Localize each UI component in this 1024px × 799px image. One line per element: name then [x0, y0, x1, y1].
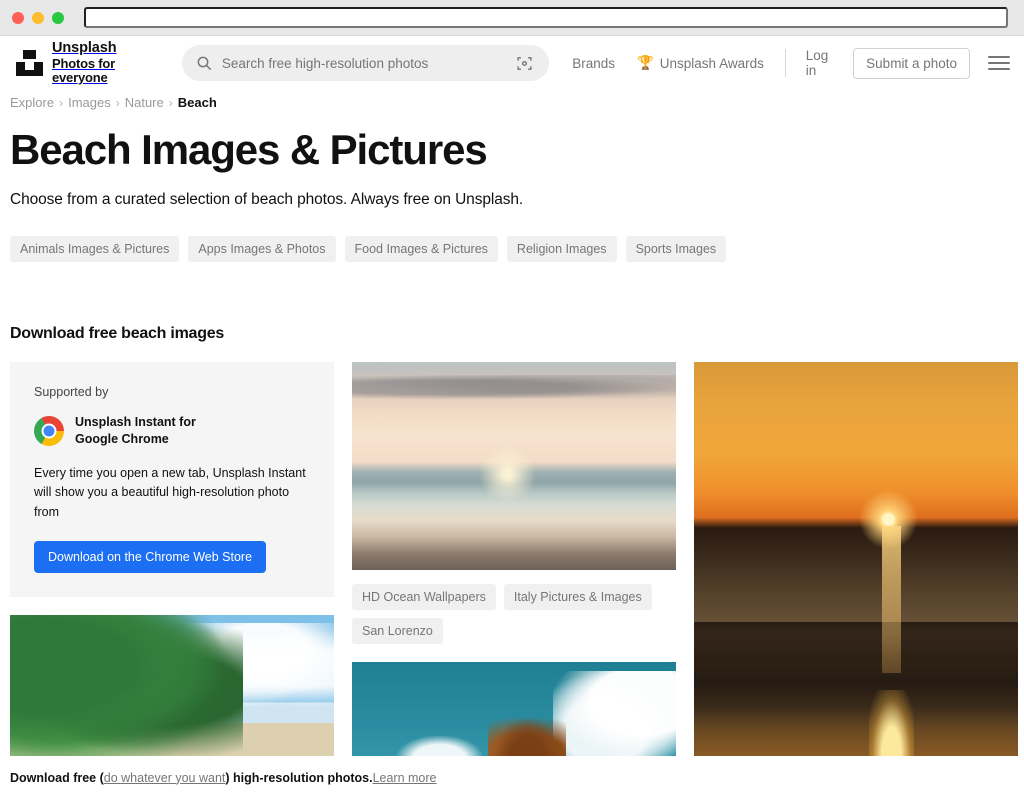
page-title: Beach Images & Pictures [10, 126, 488, 173]
promo-extension-name-line1: Unsplash Instant for [75, 415, 196, 430]
promo-extension-row: Unsplash Instant for Google Chrome [34, 414, 310, 448]
breadcrumb-item-beach: Beach [177, 95, 217, 110]
nav-item-brands-label: Brands [572, 55, 615, 71]
unsplash-logo-icon [16, 49, 43, 76]
page-content: Explore › Images › Nature › Beach Beach … [0, 90, 1024, 799]
primary-nav: Brands 🏆 Unsplash Awards [572, 55, 764, 71]
breadcrumb: Explore › Images › Nature › Beach [10, 90, 1014, 110]
photo-column-2: HD Ocean Wallpapers Italy Pictures & Ima… [352, 362, 676, 799]
photo-ocean-sunset[interactable] [352, 362, 676, 571]
photo-column-3 [694, 362, 1018, 799]
nav-item-brands[interactable]: Brands [572, 56, 615, 71]
photo-grid: Supported by Unsplash Instant for Google… [10, 362, 1018, 799]
site-header: Unsplash Photos for everyone Brands 🏆 [0, 36, 1024, 90]
minimize-window-button[interactable] [32, 11, 44, 24]
logo-text: Unsplash Photos for everyone [52, 40, 165, 85]
chrome-logo-icon [34, 415, 64, 446]
trophy-icon: 🏆 [636, 55, 654, 70]
unsplash-logo-link[interactable]: Unsplash Photos for everyone [16, 40, 165, 85]
search-input[interactable] [221, 55, 503, 71]
logo-name: Unsplash [52, 40, 117, 57]
download-chrome-web-store-button[interactable]: Download on the Chrome Web Store [34, 540, 267, 573]
photo-card-ocean-sunset: HD Ocean Wallpapers Italy Pictures & Ima… [352, 362, 676, 645]
submit-photo-button[interactable]: Submit a photo [853, 47, 970, 79]
close-window-button[interactable] [12, 11, 24, 24]
topic-pill-sports[interactable]: Sports Images [625, 236, 727, 263]
topic-pill-religion[interactable]: Religion Images [506, 236, 617, 263]
logo-tagline: Photos for everyone [52, 55, 115, 86]
section-heading: Download free beach images [10, 325, 225, 343]
topic-pill-animals[interactable]: Animals Images & Pictures [10, 236, 180, 263]
login-link[interactable]: Log in [806, 48, 832, 78]
breadcrumb-item-explore[interactable]: Explore [10, 95, 54, 110]
promo-extension-name: Unsplash Instant for Google Chrome [75, 414, 196, 448]
promo-supported-by-label: Supported by [34, 385, 109, 400]
topic-pill-list: Animals Images & Pictures Apps Images & … [10, 236, 1014, 263]
breadcrumb-item-images[interactable]: Images [68, 95, 111, 110]
hamburger-menu-icon[interactable] [987, 53, 1010, 73]
nav-item-unsplash-awards-label: Unsplash Awards [659, 55, 764, 71]
url-bar-input[interactable] [84, 7, 1008, 28]
page-root: Unsplash Photos for everyone Brands 🏆 [0, 36, 1024, 799]
visual-search-icon [517, 56, 532, 70]
footer-license-bar: Download free (do whatever you want) hig… [0, 756, 1024, 799]
promo-description: Every time you open a new tab, Unsplash … [34, 465, 306, 519]
footer-text-before: Download free ( [10, 770, 104, 785]
breadcrumb-item-nature[interactable]: Nature [125, 95, 164, 110]
search-icon [197, 56, 212, 71]
breadcrumb-separator-icon: › [168, 95, 173, 110]
photo-tag-hd-ocean-wallpapers[interactable]: HD Ocean Wallpapers [352, 584, 496, 611]
topic-pill-food[interactable]: Food Images & Pictures [344, 236, 498, 263]
promo-extension-name-line2: Google Chrome [75, 431, 169, 446]
photo-tag-italy-pictures[interactable]: Italy Pictures & Images [503, 584, 652, 611]
photo-tag-list: HD Ocean Wallpapers Italy Pictures & Ima… [352, 584, 676, 645]
header-actions: Log in Submit a photo [806, 47, 1010, 79]
photo-tag-san-lorenzo[interactable]: San Lorenzo [352, 618, 443, 645]
photo-orange-sunset-sea[interactable] [694, 362, 1018, 783]
breadcrumb-separator-icon: › [115, 95, 120, 110]
maximize-window-button[interactable] [52, 11, 64, 24]
page-subtitle: Choose from a curated selection of beach… [10, 191, 524, 209]
visual-search-button[interactable] [512, 51, 536, 75]
footer-link-learn-more[interactable]: Learn more [373, 771, 437, 785]
footer-text-middle: ) high-resolution photos. [225, 770, 373, 785]
breadcrumb-separator-icon: › [59, 95, 64, 110]
window-traffic-lights [12, 11, 64, 24]
nav-divider [784, 49, 786, 77]
search-bar[interactable] [181, 45, 550, 81]
chrome-extension-promo-card: Supported by Unsplash Instant for Google… [10, 362, 334, 597]
footer-link-do-whatever-you-want[interactable]: do whatever you want [104, 771, 226, 785]
nav-item-unsplash-awards[interactable]: 🏆 Unsplash Awards [637, 55, 764, 71]
topic-pill-apps[interactable]: Apps Images & Photos [188, 236, 336, 263]
browser-chrome [0, 0, 1024, 36]
photo-column-1: Supported by Unsplash Instant for Google… [10, 362, 334, 799]
